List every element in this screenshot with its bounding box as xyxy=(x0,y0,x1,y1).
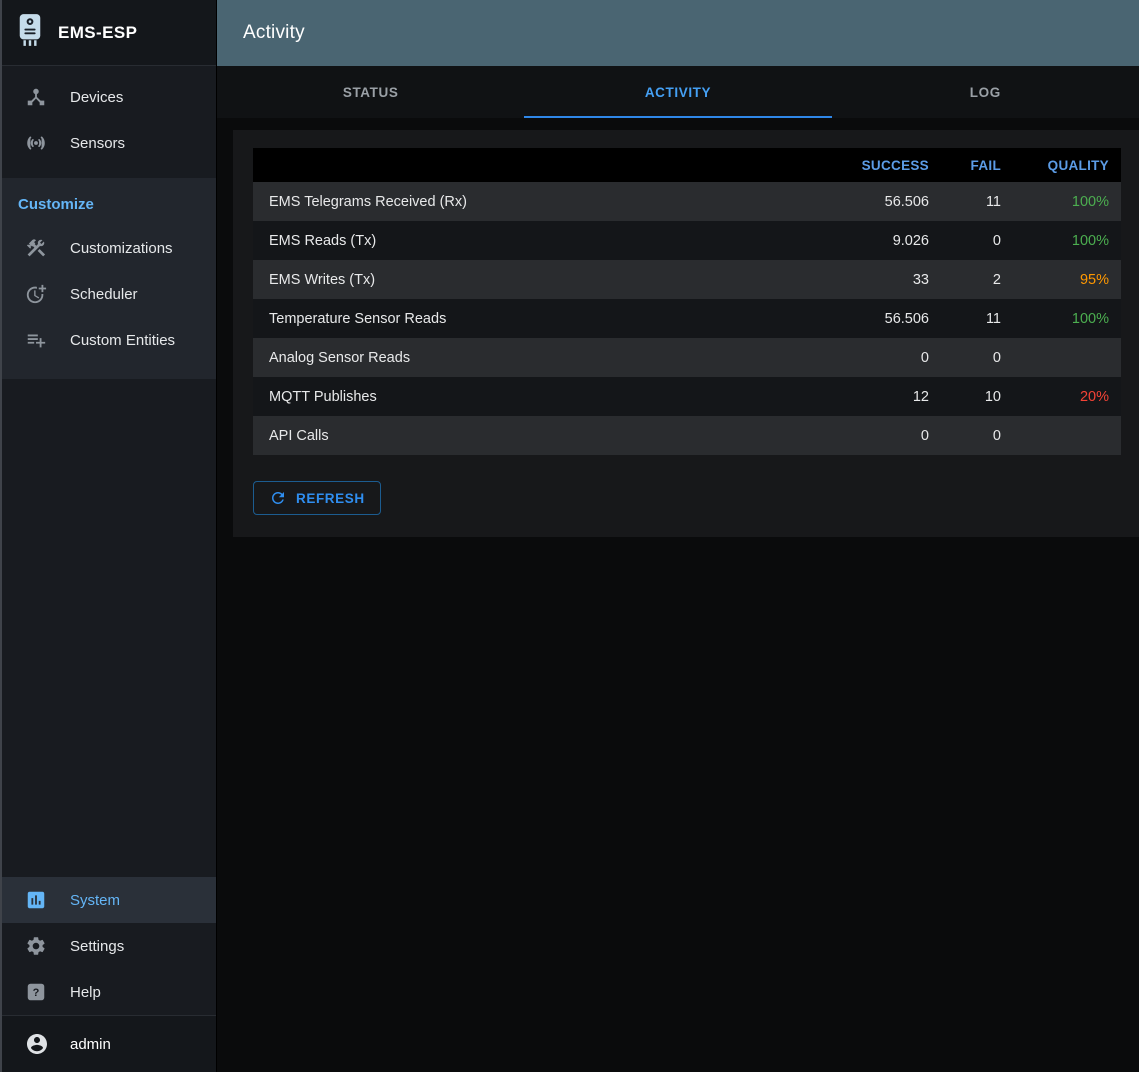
metric-name: Analog Sensor Reads xyxy=(253,350,811,366)
app-title: EMS-ESP xyxy=(58,23,137,43)
refresh-button[interactable]: REFRESH xyxy=(253,481,381,515)
table-row: EMS Reads (Tx) 9.026 0 100% xyxy=(253,221,1121,260)
success-value: 56.506 xyxy=(811,194,941,210)
sidebar-item-system[interactable]: System xyxy=(2,877,216,923)
playlist-add-icon xyxy=(24,328,48,352)
success-value: 0 xyxy=(811,428,941,444)
sidebar-item-label: Custom Entities xyxy=(70,332,175,349)
appbar: Activity xyxy=(217,0,1139,66)
success-value: 12 xyxy=(811,389,941,405)
svg-text:?: ? xyxy=(33,987,40,999)
table-header-row: SUCCESS FAIL QUALITY xyxy=(253,148,1121,182)
quality-value: 20% xyxy=(1013,389,1121,405)
tab-log[interactable]: LOG xyxy=(832,66,1139,118)
quality-value: 95% xyxy=(1013,272,1121,288)
table-row: EMS Writes (Tx) 33 2 95% xyxy=(253,260,1121,299)
device-hub-icon xyxy=(24,85,48,109)
metric-name: Temperature Sensor Reads xyxy=(253,311,811,327)
success-column-header: SUCCESS xyxy=(811,158,941,173)
quality-column-header: QUALITY xyxy=(1013,158,1121,173)
tab-activity[interactable]: ACTIVITY xyxy=(524,66,831,118)
sidebar-item-label: Scheduler xyxy=(70,286,138,303)
sidebar: EMS-ESP Devices Se xyxy=(2,0,217,1072)
activity-card: SUCCESS FAIL QUALITY EMS Telegrams Recei… xyxy=(233,130,1139,537)
activity-table: SUCCESS FAIL QUALITY EMS Telegrams Recei… xyxy=(253,148,1121,455)
sidebar-item-custom-entities[interactable]: Custom Entities xyxy=(2,317,216,363)
user-menu[interactable]: admin xyxy=(2,1016,216,1072)
app-window: EMS-ESP Devices Se xyxy=(0,0,1139,1072)
tab-bar: STATUS ACTIVITY LOG xyxy=(217,66,1139,118)
sidebar-nav: Devices Sensors xyxy=(2,66,216,166)
sidebar-user-section: admin xyxy=(2,1015,216,1072)
sidebar-spacer xyxy=(2,379,216,877)
account-circle-icon xyxy=(24,1031,50,1057)
fail-value: 0 xyxy=(941,233,1013,249)
sidebar-item-label: Customizations xyxy=(70,240,173,257)
fail-value: 0 xyxy=(941,350,1013,366)
sidebar-item-label: Devices xyxy=(70,89,123,106)
customize-section-label: Customize xyxy=(2,178,216,225)
sidebar-header: EMS-ESP xyxy=(2,0,216,66)
refresh-button-label: REFRESH xyxy=(296,491,365,506)
success-value: 33 xyxy=(811,272,941,288)
quality-value: 100% xyxy=(1013,233,1121,249)
sidebar-item-help[interactable]: ? Help xyxy=(2,969,216,1015)
success-value: 56.506 xyxy=(811,311,941,327)
sidebar-item-label: Settings xyxy=(70,938,124,955)
sidebar-item-label: Sensors xyxy=(70,135,125,152)
table-row: Temperature Sensor Reads 56.506 11 100% xyxy=(253,299,1121,338)
sidebar-item-customizations[interactable]: Customizations xyxy=(2,225,216,271)
metric-name: API Calls xyxy=(253,428,811,444)
fail-value: 11 xyxy=(941,311,1013,327)
sensors-icon xyxy=(24,131,48,155)
sidebar-item-label: Help xyxy=(70,984,101,1001)
metric-name: EMS Writes (Tx) xyxy=(253,272,811,288)
sidebar-item-sensors[interactable]: Sensors xyxy=(2,120,216,166)
success-value: 0 xyxy=(811,350,941,366)
success-value: 9.026 xyxy=(811,233,941,249)
metric-name: EMS Telegrams Received (Rx) xyxy=(253,194,811,210)
quality-value: 100% xyxy=(1013,194,1121,210)
help-icon: ? xyxy=(24,980,48,1004)
fail-value: 11 xyxy=(941,194,1013,210)
metric-name: EMS Reads (Tx) xyxy=(253,233,811,249)
table-row: Analog Sensor Reads 0 0 xyxy=(253,338,1121,377)
construction-icon xyxy=(24,236,48,260)
more-time-icon xyxy=(24,282,48,306)
app-logo-icon xyxy=(16,13,44,52)
fail-value: 10 xyxy=(941,389,1013,405)
sidebar-customize-section: Customize Customizations Scheduler xyxy=(2,178,216,379)
refresh-icon xyxy=(269,489,287,507)
username-label: admin xyxy=(70,1036,111,1053)
sidebar-item-label: System xyxy=(70,892,120,909)
fail-value: 0 xyxy=(941,428,1013,444)
sidebar-item-devices[interactable]: Devices xyxy=(2,74,216,120)
table-row: API Calls 0 0 xyxy=(253,416,1121,455)
sidebar-item-settings[interactable]: Settings xyxy=(2,923,216,969)
metric-name: MQTT Publishes xyxy=(253,389,811,405)
sidebar-item-scheduler[interactable]: Scheduler xyxy=(2,271,216,317)
gear-icon xyxy=(24,934,48,958)
table-row: MQTT Publishes 12 10 20% xyxy=(253,377,1121,416)
assessment-icon xyxy=(24,888,48,912)
page-title: Activity xyxy=(243,22,305,44)
table-body: EMS Telegrams Received (Rx) 56.506 11 10… xyxy=(253,182,1121,455)
main-area: Activity STATUS ACTIVITY LOG SUCCESS FAI… xyxy=(217,0,1139,1072)
quality-value: 100% xyxy=(1013,311,1121,327)
fail-column-header: FAIL xyxy=(941,158,1013,173)
tab-status[interactable]: STATUS xyxy=(217,66,524,118)
table-row: EMS Telegrams Received (Rx) 56.506 11 10… xyxy=(253,182,1121,221)
fail-value: 2 xyxy=(941,272,1013,288)
